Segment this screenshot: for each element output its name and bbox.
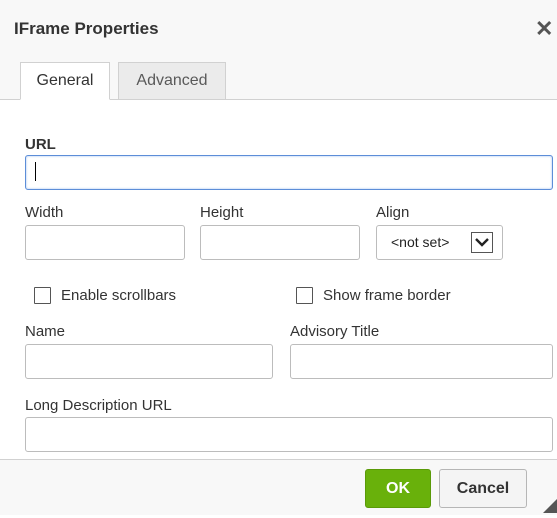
advisory-title-input[interactable] bbox=[290, 344, 553, 379]
height-input[interactable] bbox=[200, 225, 360, 260]
name-input[interactable] bbox=[25, 344, 273, 379]
width-input[interactable] bbox=[25, 225, 185, 260]
enable-scrollbars-checkbox[interactable] bbox=[34, 287, 51, 304]
height-label: Height bbox=[200, 204, 244, 221]
url-input[interactable] bbox=[25, 155, 553, 190]
show-frame-border-label: Show frame border bbox=[323, 287, 451, 304]
close-icon[interactable]: ✕ bbox=[535, 18, 557, 40]
align-select[interactable]: <not set> bbox=[376, 225, 503, 260]
cancel-button[interactable]: Cancel bbox=[439, 469, 527, 508]
align-select-value: <not set> bbox=[391, 234, 450, 250]
resize-grip-icon[interactable] bbox=[543, 499, 557, 513]
text-caret bbox=[35, 162, 36, 181]
long-description-url-label: Long Description URL bbox=[25, 397, 172, 414]
dialog-title: IFrame Properties bbox=[14, 19, 159, 38]
chevron-down-icon[interactable] bbox=[471, 232, 493, 253]
iframe-properties-dialog: IFrame Properties ✕ General Advanced URL… bbox=[0, 0, 557, 515]
enable-scrollbars-label: Enable scrollbars bbox=[61, 287, 177, 304]
show-frame-border-checkbox[interactable] bbox=[296, 287, 313, 304]
long-description-url-input[interactable] bbox=[25, 417, 553, 452]
align-label: Align bbox=[376, 204, 410, 221]
advisory-title-label: Advisory Title bbox=[290, 323, 380, 340]
tab-general[interactable]: General bbox=[20, 62, 110, 100]
name-label: Name bbox=[25, 323, 66, 340]
dialog-titlebar[interactable]: IFrame Properties ✕ bbox=[0, 0, 557, 59]
tab-advanced[interactable]: Advanced bbox=[118, 62, 226, 100]
width-label: Width bbox=[25, 204, 64, 221]
ok-button[interactable]: OK bbox=[365, 469, 431, 508]
url-label: URL bbox=[25, 136, 56, 153]
